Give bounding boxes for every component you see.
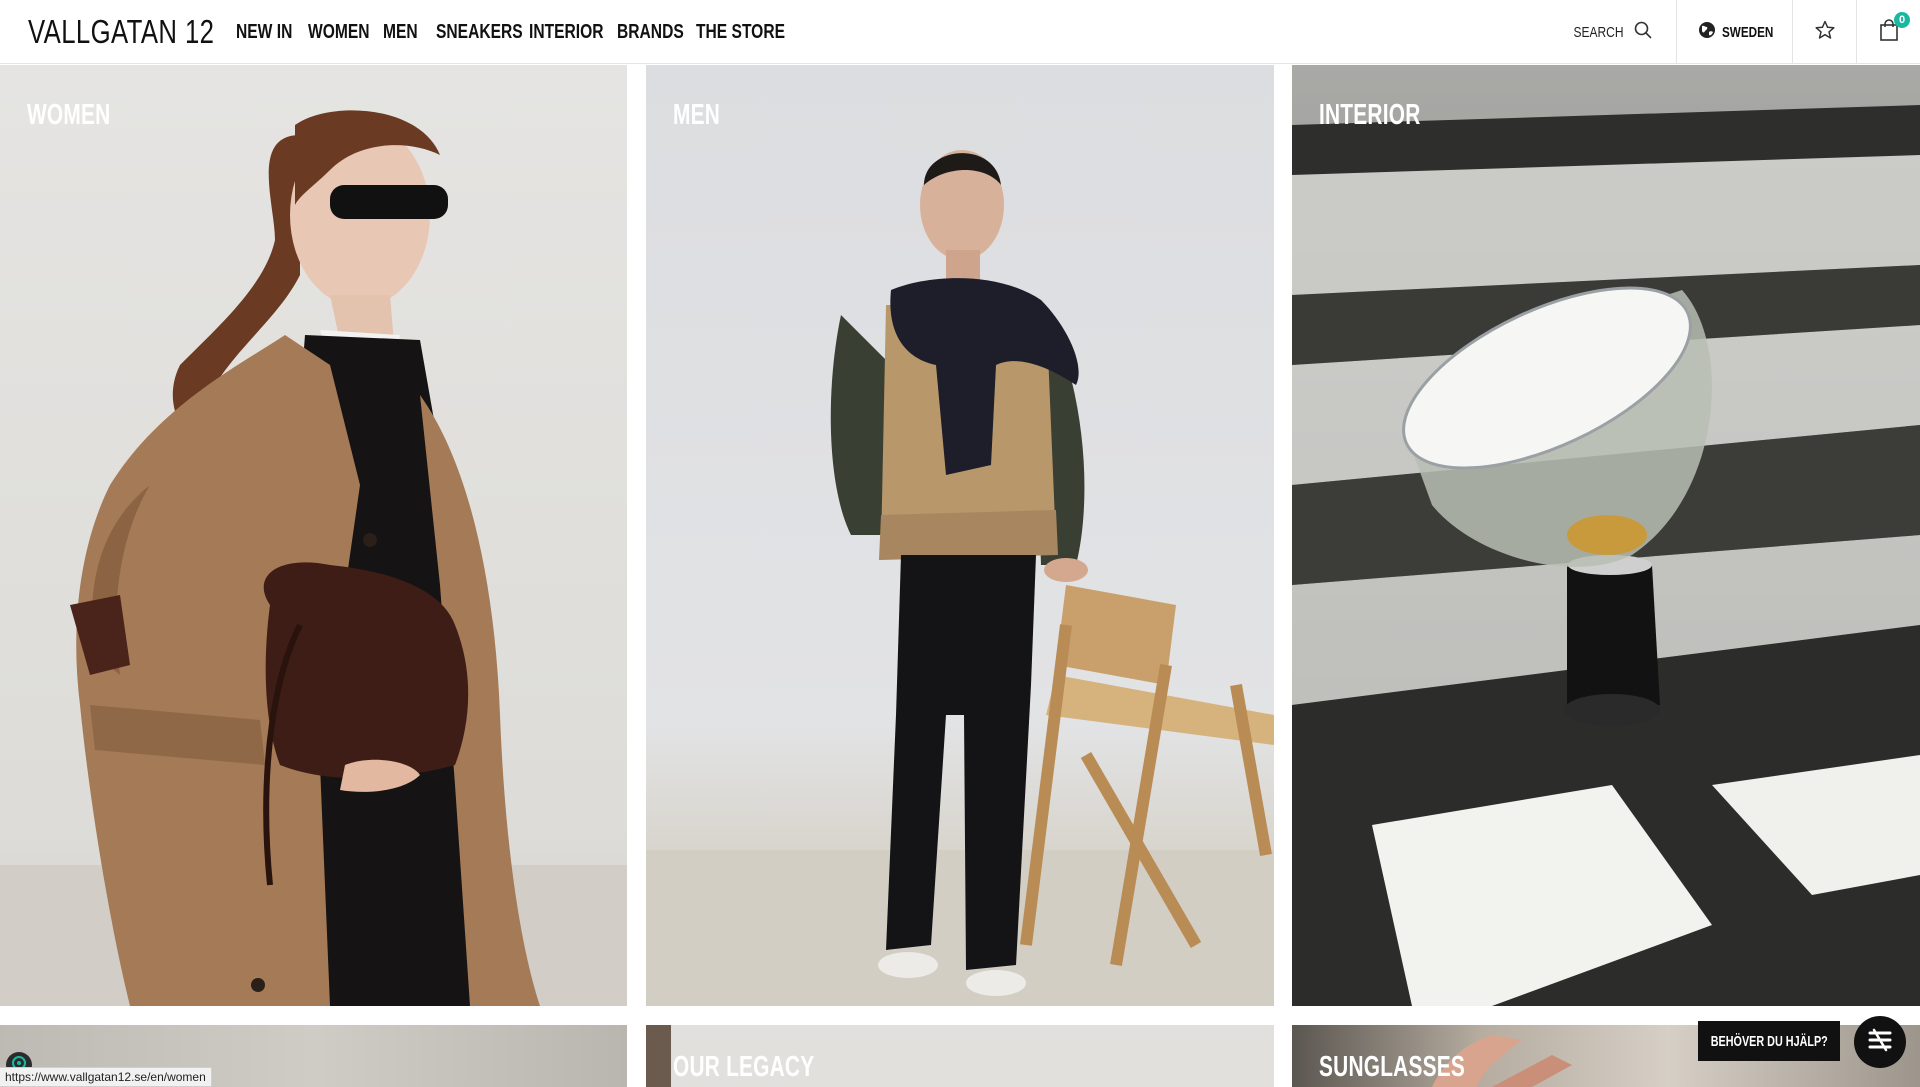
search-label: SEARCH — [1573, 23, 1624, 41]
nav-item-sneakers[interactable]: SNEAKERS — [436, 21, 523, 44]
globe-icon — [1698, 21, 1716, 44]
favorites-button[interactable] — [1792, 0, 1856, 64]
nav-item-women[interactable]: WOMEN — [308, 21, 370, 44]
browser-status-url: https://www.vallgatan12.se/en/women — [0, 1067, 212, 1087]
site-header: VALLGATAN 12 NEW IN WOMEN MEN SNEAKERS I… — [0, 0, 1920, 64]
need-help-label: BEHÖVER DU HJÄLP? — [1710, 1032, 1828, 1050]
nav-item-interior[interactable]: INTERIOR — [529, 21, 604, 44]
category-tile-men[interactable]: MEN — [646, 65, 1274, 1006]
women-campaign-image — [0, 110, 627, 1006]
header-actions: SEARCH SWEDEN 0 — [1561, 0, 1920, 64]
search-icon — [1634, 21, 1652, 44]
tile-label-men: MEN — [673, 99, 721, 131]
cart-button[interactable]: 0 — [1856, 0, 1920, 64]
chat-menu-icon — [1866, 1026, 1894, 1059]
search-button[interactable]: SEARCH — [1561, 0, 1676, 64]
nav-item-brands[interactable]: BRANDS — [617, 21, 684, 44]
site-logo[interactable]: VALLGATAN 12 — [28, 13, 214, 51]
category-tile-women[interactable]: WOMEN — [0, 65, 627, 1006]
country-label: SWEDEN — [1721, 23, 1773, 41]
nav-item-men[interactable]: MEN — [383, 21, 418, 44]
need-help-button[interactable]: BEHÖVER DU HJÄLP? — [1698, 1021, 1840, 1061]
cart-count-badge: 0 — [1894, 12, 1910, 28]
tile-label-women: WOMEN — [27, 99, 111, 131]
interior-lamp-image — [1292, 65, 1920, 1006]
star-icon — [1814, 20, 1835, 45]
country-selector[interactable]: SWEDEN — [1676, 0, 1792, 64]
category-tile-interior[interactable]: INTERIOR — [1292, 65, 1920, 1006]
tile-label-our-legacy: OUR LEGACY — [673, 1051, 815, 1083]
category-tile-our-legacy[interactable]: OUR LEGACY — [646, 1025, 1274, 1087]
chat-launcher-button[interactable] — [1854, 1016, 1906, 1068]
tile-label-interior: INTERIOR — [1319, 99, 1421, 131]
tile-label-sunglasses: SUNGLASSES — [1319, 1051, 1466, 1083]
nav-item-the-store[interactable]: THE STORE — [696, 21, 785, 44]
men-campaign-image — [646, 150, 1274, 1006]
nav-item-new-in[interactable]: NEW IN — [236, 21, 292, 44]
